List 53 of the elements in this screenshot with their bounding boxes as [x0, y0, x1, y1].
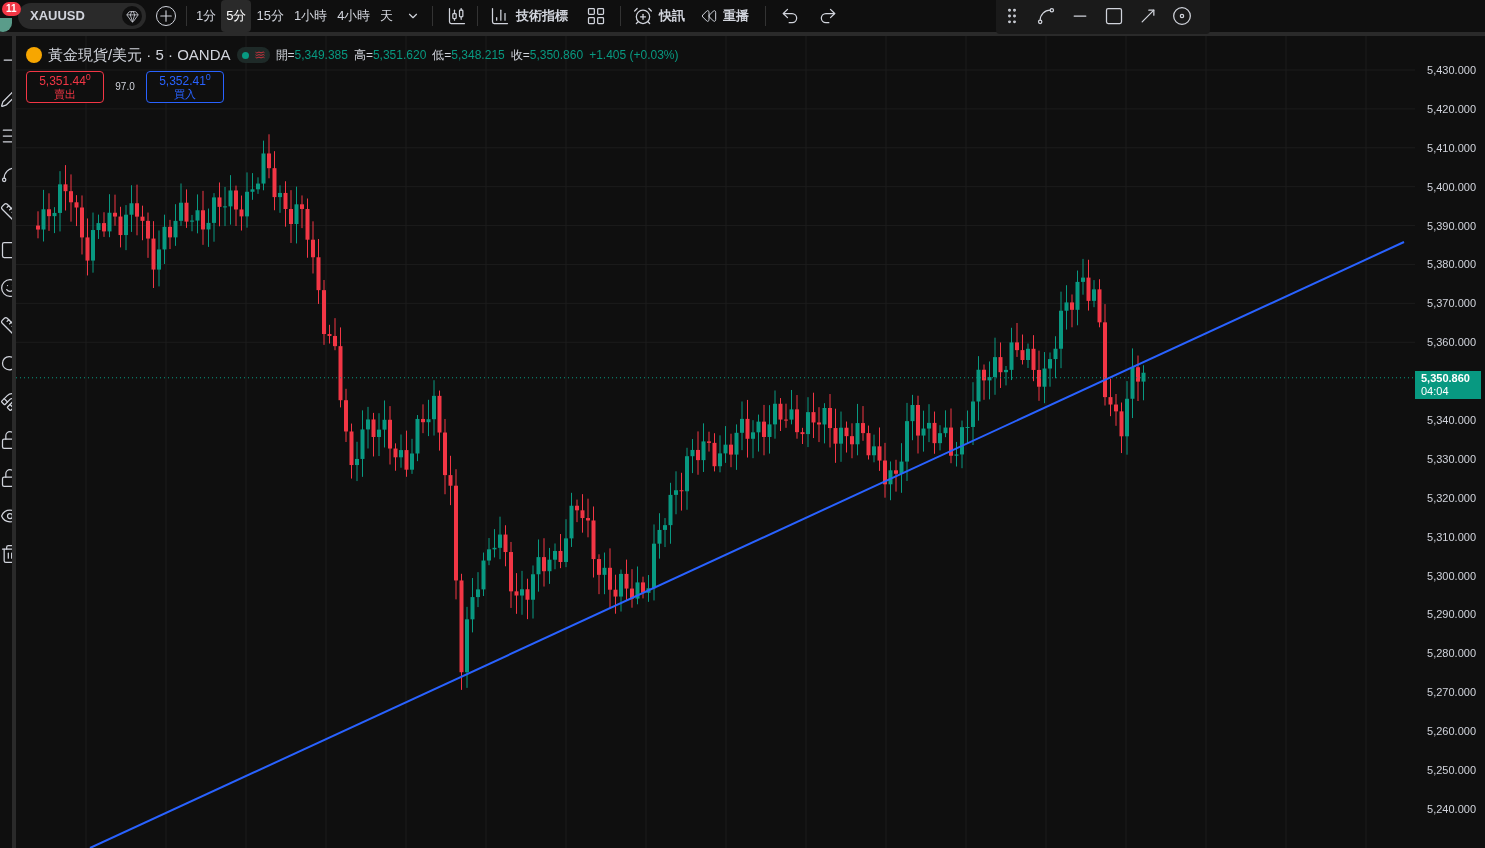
ohlc-value: 收=5,350.860: [510, 47, 584, 65]
replay-button[interactable]: 重播: [689, 6, 762, 26]
price-axis-label: 5,360.000: [1427, 336, 1476, 349]
price-axis-label: 5,370.000: [1427, 297, 1476, 310]
price-axis-label: 5,290.000: [1427, 608, 1476, 621]
layout-grid-icon[interactable]: [586, 6, 607, 26]
price-axis-label: 5,250.000: [1427, 764, 1476, 776]
price-axis-label: 5,270.000: [1427, 686, 1476, 699]
bar-chart-icon: [490, 6, 511, 26]
price-axis-label: 5,400.000: [1427, 180, 1476, 193]
current-price: 5,350.860: [1421, 371, 1471, 385]
price-axis-label: 5,320.000: [1427, 491, 1476, 504]
price-axis-label: 5,420.000: [1427, 102, 1476, 115]
sell-button[interactable]: 5,351.44$^{0}$ 賣出: [26, 70, 104, 103]
price-axis-label: 5,390.000: [1427, 219, 1476, 232]
timeframe-tab[interactable]: 1小時: [288, 0, 333, 32]
spread-value: 97.0: [114, 80, 136, 94]
gem-icon[interactable]: [122, 6, 142, 26]
price-axis-label: 5,260.000: [1427, 725, 1476, 738]
price-axis-label: 5,410.000: [1427, 141, 1476, 154]
timeframe-tab[interactable]: 5分: [221, 0, 252, 32]
candlestick-icon[interactable]: [447, 6, 468, 26]
timeframe-tab[interactable]: 15分: [251, 0, 289, 32]
price-axis-label: 5,340.000: [1427, 414, 1476, 426]
price-axis-label: 5,330.000: [1427, 452, 1476, 465]
price-axis-label: 5,240.000: [1427, 802, 1476, 815]
buy-button[interactable]: 5,352.41$^{0}$ 買入: [146, 70, 224, 103]
price-axis-label: 5,280.000: [1427, 647, 1476, 660]
timeframe-tab[interactable]: 1分: [191, 0, 222, 32]
notification-badge: 11: [2, 2, 21, 16]
price-axis-label: 5,300.000: [1427, 569, 1476, 582]
waves-icon: [254, 50, 265, 61]
price-axis-label: 5,380.000: [1427, 258, 1476, 271]
timeframe-tab[interactable]: 天: [375, 0, 399, 32]
rectangle-icon[interactable]: [1104, 6, 1125, 26]
symbol-title[interactable]: 黃金現貨/美元 · 5 · OANDA: [48, 44, 231, 67]
price-axis-label: 5,310.000: [1427, 530, 1476, 543]
coin-icon: [26, 47, 42, 64]
trend-line-icon[interactable]: [1036, 6, 1057, 26]
ohlc-value: 高=5,351.620: [353, 47, 427, 65]
bar-countdown: 04:04: [1421, 384, 1450, 398]
ohlc-value: 低=5,348.215: [432, 47, 505, 65]
ohlc-value: 開=5,349.385: [275, 47, 348, 65]
timeframe-tab[interactable]: 4小時: [332, 0, 376, 32]
price-axis-label: 5,430.000: [1427, 64, 1476, 76]
indicators-button[interactable]: 技術指標: [478, 6, 581, 26]
symbol-search[interactable]: XAUUSD: [18, 3, 146, 29]
alarm-clock-icon: [633, 6, 654, 26]
target-icon[interactable]: [1172, 6, 1193, 26]
price-change: +1.405 (+0.03%): [589, 47, 679, 65]
rewind-icon: [701, 8, 718, 24]
news-button[interactable]: 快訊: [629, 6, 690, 26]
market-status-pill[interactable]: [236, 47, 270, 64]
